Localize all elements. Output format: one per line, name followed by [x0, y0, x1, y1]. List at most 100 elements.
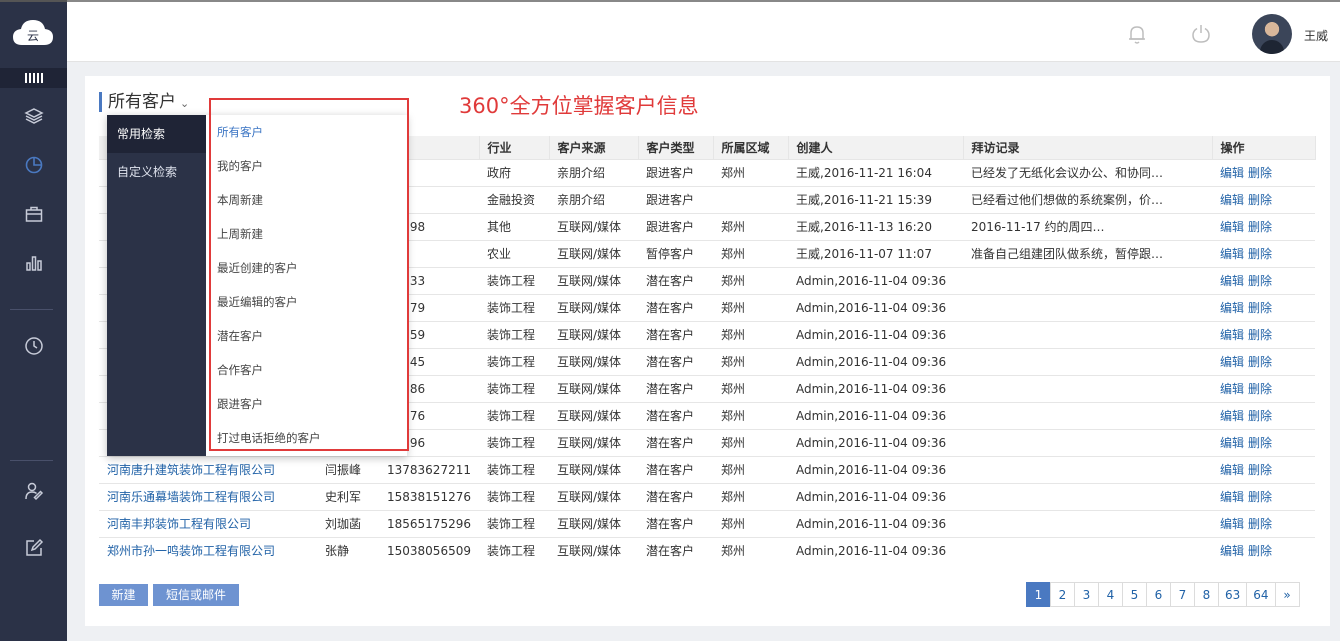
- dropdown-item[interactable]: 我的客户: [206, 149, 407, 183]
- compose-icon[interactable]: [0, 530, 67, 566]
- edit-link[interactable]: 编辑: [1220, 220, 1244, 234]
- view-selector[interactable]: 所有客户 ⌄: [99, 92, 189, 112]
- table-row[interactable]: 河南乐通幕墙装饰工程有限公司 史利军 15838151276 装饰工程 互联网/媒体 潜在…: [99, 482, 1315, 510]
- table-cell: 15838151276: [379, 482, 479, 510]
- chevron-down-icon: ⌄: [180, 97, 190, 110]
- dropdown-item[interactable]: 跟进客户: [206, 387, 407, 421]
- page-link[interactable]: 2: [1050, 582, 1075, 607]
- top-bar: 王威: [67, 0, 1340, 62]
- barcode-icon[interactable]: [0, 68, 67, 88]
- page-link[interactable]: 63: [1218, 582, 1248, 607]
- table-row[interactable]: 河南唐升建筑装饰工程有限公司 闫振峰 13783627211 装饰工程 互联网/媒体 潜在…: [99, 455, 1315, 483]
- dropdown-item[interactable]: 上周新建: [206, 217, 407, 251]
- table-cell: 装饰工程: [479, 320, 549, 348]
- table-cell: Admin,2016-11-04 09:36: [788, 401, 963, 429]
- dropdown-item[interactable]: 潜在客户: [206, 319, 407, 353]
- delete-link[interactable]: 删除: [1248, 220, 1272, 234]
- bell-icon[interactable]: [1125, 22, 1149, 46]
- delete-link[interactable]: 删除: [1248, 328, 1272, 342]
- page-link[interactable]: 5: [1122, 582, 1147, 607]
- delete-link[interactable]: 删除: [1248, 247, 1272, 261]
- delete-link[interactable]: 删除: [1248, 490, 1272, 504]
- table-cell: [963, 401, 1212, 429]
- edit-link[interactable]: 编辑: [1220, 247, 1244, 261]
- clock-icon[interactable]: [0, 328, 67, 364]
- edit-link[interactable]: 编辑: [1220, 436, 1244, 450]
- page-link[interactable]: 3: [1074, 582, 1099, 607]
- delete-link[interactable]: 删除: [1248, 355, 1272, 369]
- table-cell: 潜在客户: [638, 320, 713, 348]
- edit-link[interactable]: 编辑: [1220, 409, 1244, 423]
- delete-link[interactable]: 删除: [1248, 274, 1272, 288]
- delete-link[interactable]: 删除: [1248, 544, 1272, 558]
- delete-link[interactable]: 删除: [1248, 436, 1272, 450]
- edit-link[interactable]: 编辑: [1220, 544, 1244, 558]
- customer-link[interactable]: 河南丰邦装饰工程有限公司: [107, 517, 251, 531]
- page-link[interactable]: 64: [1246, 582, 1276, 607]
- new-button[interactable]: 新建: [99, 584, 148, 606]
- page-link[interactable]: 6: [1146, 582, 1171, 607]
- column-header: 拜访记录: [963, 136, 1213, 159]
- dropdown-item[interactable]: 最近创建的客户: [206, 251, 407, 285]
- page-link[interactable]: 4: [1098, 582, 1123, 607]
- edit-link[interactable]: 编辑: [1220, 301, 1244, 315]
- row-actions: 编辑 删除: [1212, 266, 1315, 294]
- avatar[interactable]: [1252, 14, 1292, 54]
- page-link[interactable]: 8: [1194, 582, 1219, 607]
- dropdown-tab[interactable]: 自定义检索: [107, 153, 206, 191]
- page-link[interactable]: 1: [1026, 582, 1051, 607]
- edit-link[interactable]: 编辑: [1220, 166, 1244, 180]
- edit-link[interactable]: 编辑: [1220, 274, 1244, 288]
- edit-link[interactable]: 编辑: [1220, 193, 1244, 207]
- power-icon[interactable]: [1189, 22, 1213, 46]
- row-actions: 编辑 删除: [1212, 536, 1315, 564]
- delete-link[interactable]: 删除: [1248, 193, 1272, 207]
- delete-link[interactable]: 删除: [1248, 409, 1272, 423]
- page-link[interactable]: 7: [1170, 582, 1195, 607]
- table-cell: 史利军: [317, 482, 379, 510]
- customer-link[interactable]: 河南乐通幕墙装饰工程有限公司: [107, 490, 275, 504]
- delete-link[interactable]: 删除: [1248, 166, 1272, 180]
- dropdown-item[interactable]: 合作客户: [206, 353, 407, 387]
- pie-chart-icon[interactable]: [0, 147, 67, 183]
- user-edit-icon[interactable]: [0, 473, 67, 509]
- dropdown-item[interactable]: 最近编辑的客户: [206, 285, 407, 319]
- table-cell: 装饰工程: [479, 509, 549, 537]
- edit-link[interactable]: 编辑: [1220, 382, 1244, 396]
- sms-email-button[interactable]: 短信或邮件: [153, 584, 239, 606]
- table-row[interactable]: 河南丰邦装饰工程有限公司 刘珈菡 18565175296 装饰工程 互联网/媒体 潜在客户…: [99, 509, 1315, 537]
- delete-link[interactable]: 删除: [1248, 463, 1272, 477]
- table-cell: [963, 536, 1212, 564]
- cloud-logo-icon[interactable]: 云: [12, 18, 54, 48]
- username[interactable]: 王威: [1304, 27, 1328, 44]
- customer-link[interactable]: 河南唐升建筑装饰工程有限公司: [107, 463, 275, 477]
- page-link[interactable]: »: [1274, 582, 1300, 607]
- edit-link[interactable]: 编辑: [1220, 490, 1244, 504]
- edit-link[interactable]: 编辑: [1220, 355, 1244, 369]
- edit-link[interactable]: 编辑: [1220, 517, 1244, 531]
- dropdown-item[interactable]: 所有客户: [206, 115, 407, 149]
- dropdown-tab[interactable]: 常用检索: [107, 115, 206, 153]
- dropdown-item[interactable]: 本周新建: [206, 183, 407, 217]
- row-actions: 编辑 删除: [1212, 401, 1315, 429]
- table-cell: 王威,2016-11-21 16:04: [788, 158, 963, 186]
- row-actions: 编辑 删除: [1212, 185, 1315, 213]
- dropdown-item[interactable]: 打过电话拒绝的客户: [206, 421, 407, 455]
- briefcase-icon[interactable]: [0, 196, 67, 232]
- delete-link[interactable]: 删除: [1248, 301, 1272, 315]
- edit-link[interactable]: 编辑: [1220, 463, 1244, 477]
- delete-link[interactable]: 删除: [1248, 517, 1272, 531]
- edit-link[interactable]: 编辑: [1220, 328, 1244, 342]
- table-cell: [713, 185, 788, 213]
- layers-icon[interactable]: [0, 98, 67, 134]
- customer-link[interactable]: 郑州市孙一鸣装饰工程有限公司: [107, 544, 275, 558]
- delete-link[interactable]: 删除: [1248, 382, 1272, 396]
- table-row[interactable]: 郑州市孙一鸣装饰工程有限公司 张静 15038056509 装饰工程 互联网/媒体 潜在客…: [99, 536, 1315, 564]
- table-cell: 郑州: [713, 482, 788, 510]
- table-cell: Admin,2016-11-04 09:36: [788, 509, 963, 537]
- table-cell: [963, 347, 1212, 375]
- bar-chart-icon[interactable]: [0, 245, 67, 281]
- table-cell: 潜在客户: [638, 482, 713, 510]
- table-cell: [963, 509, 1212, 537]
- table-cell: 潜在客户: [638, 455, 713, 483]
